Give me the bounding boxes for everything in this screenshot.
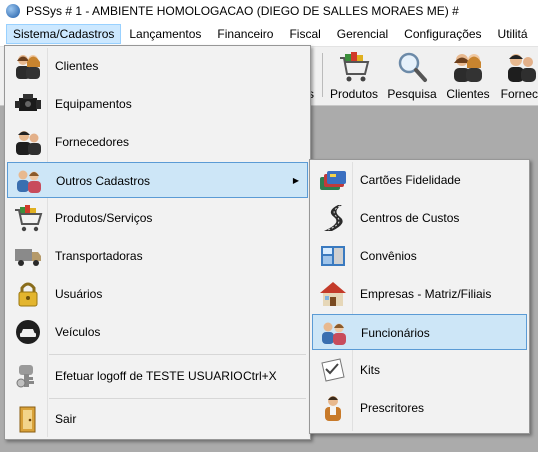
- menu-item-equipamentos[interactable]: Equipamentos: [7, 86, 308, 122]
- menu-item-logoff-label: Efetuar logoff de TESTE USUARIO: [55, 369, 243, 383]
- menu-item-logoff-shortcut: Ctrl+X: [243, 369, 277, 383]
- menu-item-equipamentos-label: Equipamentos: [55, 97, 132, 111]
- menu-item-logoff[interactable]: Efetuar logoff de TESTE USUARIO Ctrl+X: [7, 358, 308, 394]
- submenu-item-prescritores[interactable]: Prescritores: [312, 390, 527, 426]
- submenu-item-funcionarios[interactable]: Funcionários: [312, 314, 527, 350]
- menu-item-outros-cadastros-label: Outros Cadastros: [56, 174, 151, 188]
- toolbar-pesquisa-label: Pesquisa: [387, 87, 437, 101]
- doctor-icon: [318, 393, 348, 423]
- menu-item-fornecedores-label: Fornecedores: [55, 135, 130, 149]
- toolbar-pesquisa-button[interactable]: Pesquisa: [384, 47, 440, 103]
- menu-gerencial[interactable]: Gerencial: [329, 24, 396, 44]
- submenu-item-empresas-label: Empresas - Matriz/Filiais: [360, 287, 492, 301]
- toolbar-produtos-button[interactable]: Produtos: [326, 47, 382, 103]
- title-bar: PSSys # 1 - AMBIENTE HOMOLOGACAO (DIEGO …: [0, 0, 538, 22]
- submenu-item-convenios-label: Convênios: [360, 249, 417, 263]
- menu-separator: [49, 398, 306, 399]
- toolbar-produtos-label: Produtos: [329, 87, 379, 101]
- menu-item-veiculos[interactable]: Veículos: [7, 314, 308, 350]
- logoff-key-icon: [13, 361, 43, 391]
- employees-icon: [319, 318, 349, 348]
- checklist-icon: [318, 355, 348, 385]
- toolbar-clientes-label: Clientes: [446, 87, 490, 101]
- menu-bar: Sistema/Cadastros Lançamentos Financeiro…: [0, 22, 538, 47]
- toolbar-fornecedores-button[interactable]: Fornec.: [496, 47, 538, 103]
- sistema-cadastros-menu: Clientes Equipamentos Fornecedores Outro…: [4, 45, 311, 440]
- supplier-icon: [504, 50, 538, 84]
- menu-item-fornecedores[interactable]: Fornecedores: [7, 124, 308, 160]
- submenu-arrow-icon: ▶: [292, 176, 299, 185]
- submenu-item-convenios[interactable]: Convênios: [312, 238, 527, 274]
- submenu-item-cartoes-fidelidade-label: Cartões Fidelidade: [360, 173, 461, 187]
- submenu-item-centros-de-custos-label: Centros de Custos: [360, 211, 460, 225]
- menu-sistema-cadastros[interactable]: Sistema/Cadastros: [6, 24, 122, 44]
- menu-item-transportadoras[interactable]: Transportadoras: [7, 238, 308, 274]
- submenu-item-funcionarios-label: Funcionários: [361, 326, 430, 340]
- car-icon: [13, 317, 43, 347]
- padlock-icon: [13, 279, 43, 309]
- menu-configuracoes[interactable]: Configurações: [396, 24, 489, 44]
- house-icon: [318, 279, 348, 309]
- toolbar-clientes-button[interactable]: Clientes: [442, 47, 494, 103]
- road-icon: [318, 203, 348, 233]
- shopping-cart-icon: [13, 203, 43, 233]
- outros-cadastros-submenu: Cartões Fidelidade Centros de Custos Con…: [309, 159, 530, 434]
- menu-item-transportadoras-label: Transportadoras: [55, 249, 143, 263]
- menu-separator: [49, 354, 306, 355]
- truck-icon: [13, 241, 43, 271]
- submenu-item-empresas[interactable]: Empresas - Matriz/Filiais: [312, 276, 527, 312]
- people-icon: [13, 51, 43, 81]
- menu-item-usuarios-label: Usuários: [55, 287, 103, 301]
- menu-item-clientes[interactable]: Clientes: [7, 48, 308, 84]
- group-icon: [14, 166, 44, 196]
- menu-fiscal[interactable]: Fiscal: [281, 24, 328, 44]
- menu-item-produtos-servicos-label: Produtos/Serviços: [55, 211, 153, 225]
- magnifier-icon: [395, 50, 429, 84]
- engine-icon: [13, 89, 43, 119]
- submenu-item-prescritores-label: Prescritores: [360, 401, 425, 415]
- menu-item-produtos-servicos[interactable]: Produtos/Serviços: [7, 200, 308, 236]
- exit-door-icon: [13, 404, 43, 434]
- toolbar-fornecedores-label: Fornec.: [500, 87, 538, 101]
- menu-item-sair-label: Sair: [55, 412, 77, 426]
- menu-item-veiculos-label: Veículos: [55, 325, 101, 339]
- submenu-item-cartoes-fidelidade[interactable]: Cartões Fidelidade: [312, 162, 527, 198]
- menu-financeiro[interactable]: Financeiro: [209, 24, 281, 44]
- submenu-item-kits[interactable]: Kits: [312, 352, 527, 388]
- cards-icon: [318, 165, 348, 195]
- submenu-item-centros-de-custos[interactable]: Centros de Custos: [312, 200, 527, 236]
- supplier-people-icon: [13, 127, 43, 157]
- app-logo-icon: [6, 4, 20, 18]
- people-icon: [451, 50, 485, 84]
- menu-utilitarios[interactable]: Utilitá: [490, 24, 536, 44]
- calculator-icon: [318, 241, 348, 271]
- window-title: PSSys # 1 - AMBIENTE HOMOLOGACAO (DIEGO …: [26, 4, 459, 18]
- menu-lancamentos[interactable]: Lançamentos: [121, 24, 209, 44]
- menu-item-outros-cadastros[interactable]: Outros Cadastros ▶: [7, 162, 308, 198]
- shopping-cart-icon: [337, 50, 371, 84]
- menu-item-clientes-label: Clientes: [55, 59, 99, 73]
- menu-item-usuarios[interactable]: Usuários: [7, 276, 308, 312]
- submenu-item-kits-label: Kits: [360, 363, 381, 377]
- menu-item-sair[interactable]: Sair: [7, 401, 308, 437]
- toolbar-separator: [322, 53, 323, 97]
